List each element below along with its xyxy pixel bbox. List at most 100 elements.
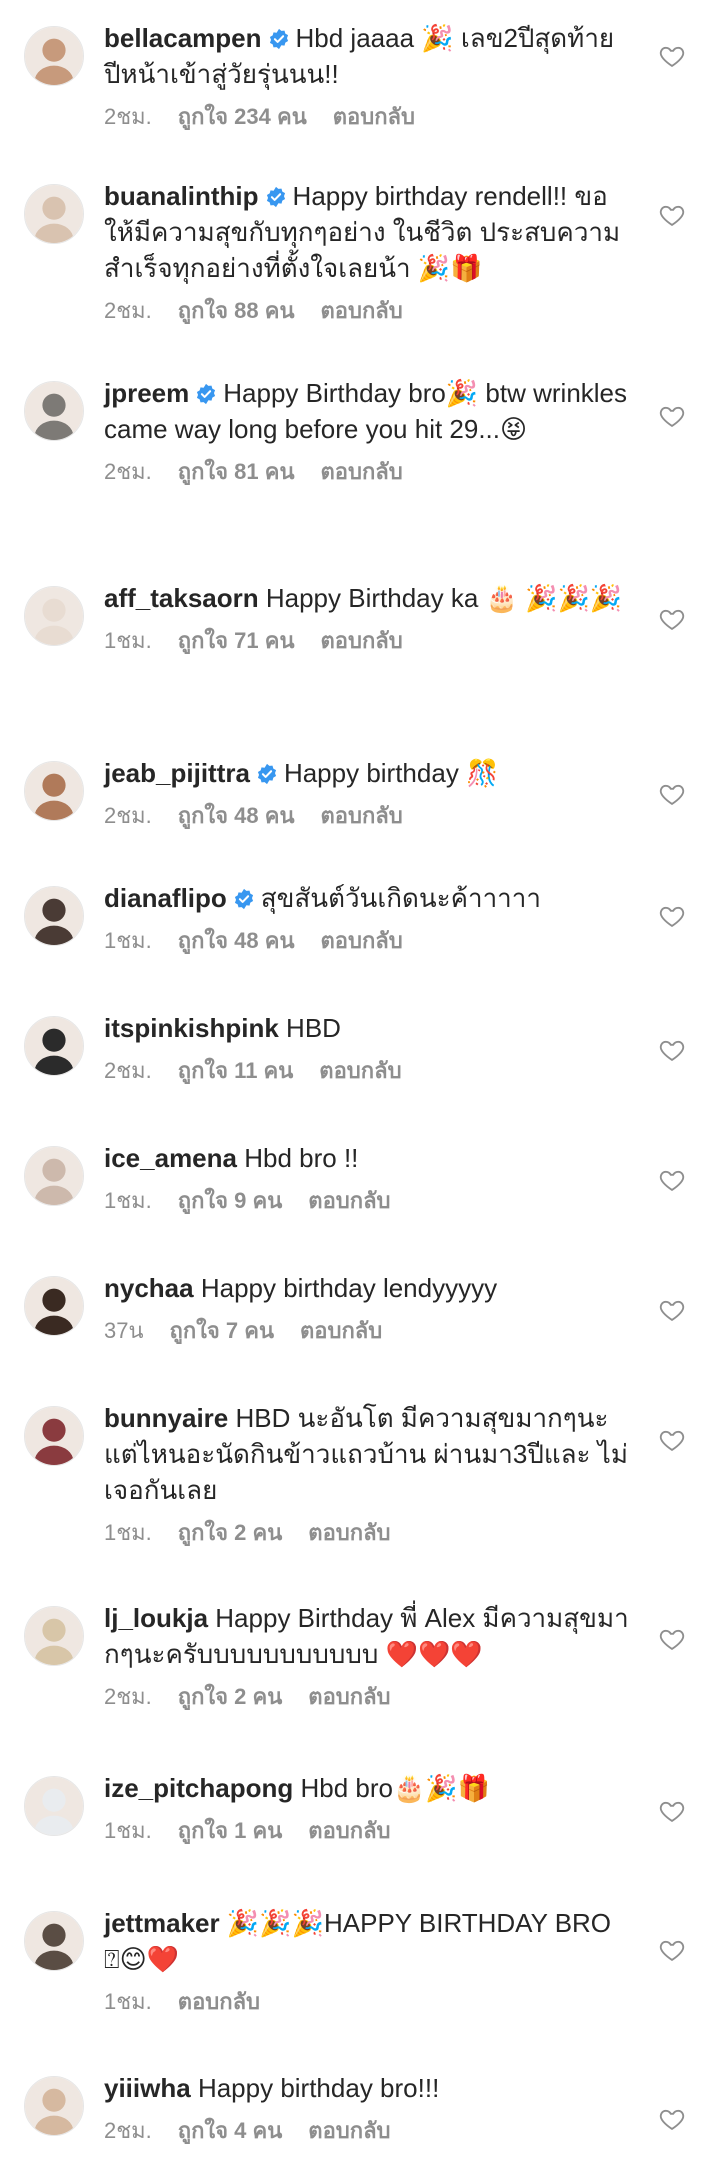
timestamp: 1ชม. bbox=[104, 628, 152, 653]
reply-button[interactable]: ตอบกลับ bbox=[321, 628, 403, 653]
comment-text: Happy birthday 🎊 bbox=[283, 758, 499, 788]
comment-meta: 1ชม. ถูกใจ 2 คน ตอบกลับ bbox=[104, 1518, 632, 1548]
likes-count-link[interactable]: ถูกใจ 81 คน bbox=[178, 459, 295, 484]
username-link[interactable]: ice_amena bbox=[104, 1143, 237, 1173]
reply-button[interactable]: ตอบกลับ bbox=[319, 1058, 401, 1083]
avatar[interactable] bbox=[24, 1911, 84, 1971]
like-heart-icon[interactable] bbox=[658, 201, 686, 229]
username-link[interactable]: jettmaker bbox=[104, 1908, 220, 1938]
comment-text: Hbd bro !! bbox=[244, 1143, 359, 1173]
comment-text-line: dianaflipo สุขสันต์วันเกิดนะค้าาาาา bbox=[104, 880, 632, 916]
username-link[interactable]: ize_pitchapong bbox=[104, 1773, 293, 1803]
comment-body: dianaflipo สุขสันต์วันเกิดนะค้าาาาา 1ชม. ถู… bbox=[104, 880, 632, 956]
timestamp: 2ชม. bbox=[104, 1058, 152, 1083]
comment-meta: 2ชม. ถูกใจ 234 คน ตอบกลับ bbox=[104, 102, 632, 132]
timestamp: 2ชม. bbox=[104, 1684, 152, 1709]
likes-count-link[interactable]: ถูกใจ 48 คน bbox=[178, 803, 295, 828]
reply-button[interactable]: ตอบกลับ bbox=[333, 104, 415, 129]
timestamp: 2ชม. bbox=[104, 104, 152, 129]
username-link[interactable]: itspinkishpink bbox=[104, 1013, 279, 1043]
avatar[interactable] bbox=[24, 26, 84, 86]
like-heart-icon[interactable] bbox=[658, 902, 686, 930]
like-heart-icon[interactable] bbox=[658, 1036, 686, 1064]
username-link[interactable]: yiiiwha bbox=[104, 2073, 191, 2103]
reply-button[interactable]: ตอบกลับ bbox=[321, 298, 403, 323]
timestamp: 1ชม. bbox=[104, 1989, 152, 2014]
verified-badge-icon bbox=[233, 888, 255, 910]
likes-count-link[interactable]: ถูกใจ 4 คน bbox=[178, 2118, 283, 2143]
like-heart-icon[interactable] bbox=[658, 1797, 686, 1825]
timestamp: 2ชม. bbox=[104, 459, 152, 484]
avatar[interactable] bbox=[24, 761, 84, 821]
likes-count-link[interactable]: ถูกใจ 1 คน bbox=[178, 1818, 283, 1843]
avatar-image bbox=[25, 1912, 83, 1970]
reply-button[interactable]: ตอบกลับ bbox=[308, 1684, 390, 1709]
avatar[interactable] bbox=[24, 1146, 84, 1206]
username-link[interactable]: aff_taksaorn bbox=[104, 583, 259, 613]
like-heart-icon[interactable] bbox=[658, 1166, 686, 1194]
comment-meta: 1ชม. ถูกใจ 48 คน ตอบกลับ bbox=[104, 926, 632, 956]
reply-button[interactable]: ตอบกลับ bbox=[308, 1520, 390, 1545]
reply-button[interactable]: ตอบกลับ bbox=[178, 1989, 260, 2014]
like-heart-icon[interactable] bbox=[658, 1625, 686, 1653]
like-heart-icon[interactable] bbox=[658, 1936, 686, 1964]
timestamp: 1ชม. bbox=[104, 928, 152, 953]
like-heart-icon[interactable] bbox=[658, 42, 686, 70]
likes-count-link[interactable]: ถูกใจ 7 คน bbox=[170, 1318, 275, 1343]
username-link[interactable]: jeab_pijittra bbox=[104, 758, 250, 788]
avatar[interactable] bbox=[24, 1406, 84, 1466]
avatar[interactable] bbox=[24, 1276, 84, 1336]
avatar[interactable] bbox=[24, 1776, 84, 1836]
avatar[interactable] bbox=[24, 184, 84, 244]
like-heart-icon[interactable] bbox=[658, 1296, 686, 1324]
avatar[interactable] bbox=[24, 1016, 84, 1076]
likes-count-link[interactable]: ถูกใจ 2 คน bbox=[178, 1520, 283, 1545]
reply-button[interactable]: ตอบกลับ bbox=[321, 803, 403, 828]
like-heart-icon[interactable] bbox=[658, 402, 686, 430]
comment-text-line: yiiiwha Happy birthday bro!!! bbox=[104, 2070, 632, 2106]
reply-button[interactable]: ตอบกลับ bbox=[321, 459, 403, 484]
username-link[interactable]: bellacampen bbox=[104, 23, 262, 53]
like-heart-icon[interactable] bbox=[658, 780, 686, 808]
likes-count-link[interactable]: ถูกใจ 9 คน bbox=[178, 1188, 283, 1213]
like-heart-icon[interactable] bbox=[658, 2105, 686, 2133]
reply-button[interactable]: ตอบกลับ bbox=[308, 2118, 390, 2143]
likes-count-link[interactable]: ถูกใจ 11 คน bbox=[178, 1058, 294, 1083]
reply-button[interactable]: ตอบกลับ bbox=[308, 1188, 390, 1213]
comment-text: HBD bbox=[286, 1013, 341, 1043]
username-link[interactable]: bunnyaire bbox=[104, 1403, 228, 1433]
timestamp: 1ชม. bbox=[104, 1520, 152, 1545]
comment-meta: 2ชม. ถูกใจ 4 คน ตอบกลับ bbox=[104, 2116, 632, 2146]
likes-count-link[interactable]: ถูกใจ 2 คน bbox=[178, 1684, 283, 1709]
avatar-image bbox=[25, 185, 83, 243]
username-link[interactable]: buanalinthip bbox=[104, 181, 259, 211]
avatar[interactable] bbox=[24, 2076, 84, 2136]
comment-body: bellacampen Hbd jaaaa 🎉 เลข2ปีสุดท้าย ปีห… bbox=[104, 20, 632, 132]
like-heart-icon[interactable] bbox=[658, 605, 686, 633]
avatar-image bbox=[25, 2077, 83, 2135]
avatar[interactable] bbox=[24, 1606, 84, 1666]
likes-count-link[interactable]: ถูกใจ 234 คน bbox=[178, 104, 307, 129]
avatar-image bbox=[25, 27, 83, 85]
avatar-image bbox=[25, 1777, 83, 1835]
username-link[interactable]: lj_loukja bbox=[104, 1603, 208, 1633]
reply-button[interactable]: ตอบกลับ bbox=[321, 928, 403, 953]
username-link[interactable]: jpreem bbox=[104, 378, 189, 408]
likes-count-link[interactable]: ถูกใจ 48 คน bbox=[178, 928, 295, 953]
likes-count-link[interactable]: ถูกใจ 71 คน bbox=[178, 628, 295, 653]
comment-body: jeab_pijittra Happy birthday 🎊 2ชม. ถูกใจ 4… bbox=[104, 755, 632, 831]
comment-text-line: buanalinthip Happy birthday rendell!! ขอใ… bbox=[104, 178, 632, 286]
username-link[interactable]: nychaa bbox=[104, 1273, 194, 1303]
likes-count-link[interactable]: ถูกใจ 88 คน bbox=[178, 298, 295, 323]
avatar[interactable] bbox=[24, 886, 84, 946]
avatar[interactable] bbox=[24, 586, 84, 646]
comment-body: itspinkishpink HBD 2ชม. ถูกใจ 11 คน ตอบกลับ bbox=[104, 1010, 632, 1086]
comment-text: Hbd bro🎂🎉🎁 bbox=[300, 1773, 491, 1803]
timestamp: 2ชม. bbox=[104, 298, 152, 323]
like-heart-icon[interactable] bbox=[658, 1426, 686, 1454]
username-link[interactable]: dianaflipo bbox=[104, 883, 227, 913]
reply-button[interactable]: ตอบกลับ bbox=[300, 1318, 382, 1343]
comment-body: ice_amena Hbd bro !! 1ชม. ถูกใจ 9 คน ตอบกลั… bbox=[104, 1140, 632, 1216]
reply-button[interactable]: ตอบกลับ bbox=[308, 1818, 390, 1843]
avatar[interactable] bbox=[24, 381, 84, 441]
